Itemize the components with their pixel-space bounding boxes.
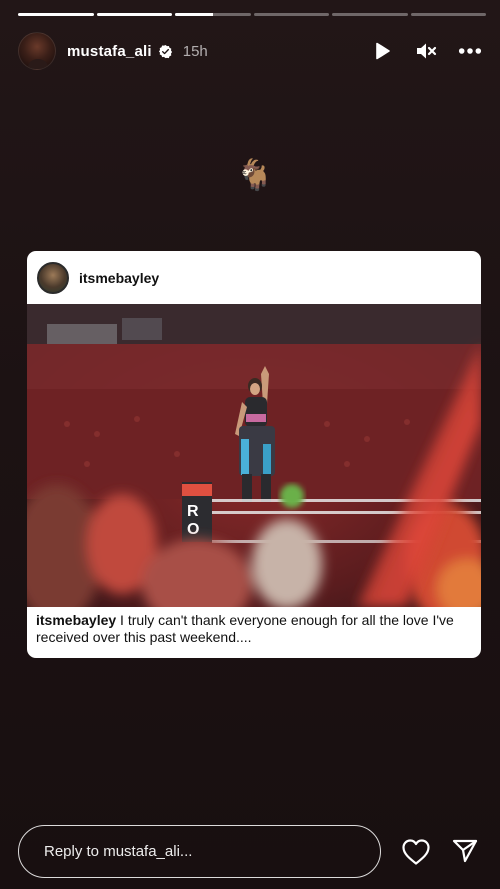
story-timestamp: 15h: [182, 42, 208, 60]
story-progress: [18, 13, 486, 16]
avatar[interactable]: [18, 32, 56, 70]
post-caption: itsmebayley I truly can't thank everyone…: [36, 612, 469, 646]
play-icon[interactable]: [370, 39, 394, 63]
shared-post-card[interactable]: itsmebayley R O itsmebayley I truly can'…: [27, 251, 481, 658]
progress-segment: [410, 13, 486, 16]
progress-fill: [18, 13, 94, 16]
svg-text:O: O: [187, 521, 199, 538]
post-header: itsmebayley: [27, 251, 481, 304]
goat-sticker-icon: 🐐: [236, 159, 274, 192]
header-actions: [370, 39, 482, 63]
progress-fill: [175, 13, 213, 16]
progress-segment: [18, 13, 94, 16]
progress-segment: [175, 13, 251, 16]
progress-segment: [96, 13, 172, 16]
svg-text:R: R: [187, 503, 199, 520]
story-viewer: mustafa_ali 15h 🐐 itsmebayley R O itsmeb…: [0, 0, 500, 889]
post-avatar: [37, 261, 69, 294]
heart-icon[interactable]: [401, 838, 431, 866]
post-username: itsmebayley: [79, 269, 160, 286]
reply-input[interactable]: [44, 843, 364, 860]
progress-segment: [332, 13, 408, 16]
reply-field[interactable]: [18, 825, 381, 878]
story-header: mustafa_ali 15h: [18, 30, 482, 72]
progress-segment: [253, 13, 329, 16]
progress-fill: [96, 13, 172, 16]
more-icon[interactable]: [458, 39, 482, 63]
post-photo: R O: [27, 304, 481, 607]
arena-photo: R O: [27, 304, 481, 607]
verified-badge-icon: [158, 44, 173, 59]
caption-username: itsmebayley: [36, 612, 117, 628]
send-icon[interactable]: [451, 837, 479, 865]
mute-icon[interactable]: [414, 39, 438, 63]
story-username[interactable]: mustafa_ali: [67, 43, 152, 60]
